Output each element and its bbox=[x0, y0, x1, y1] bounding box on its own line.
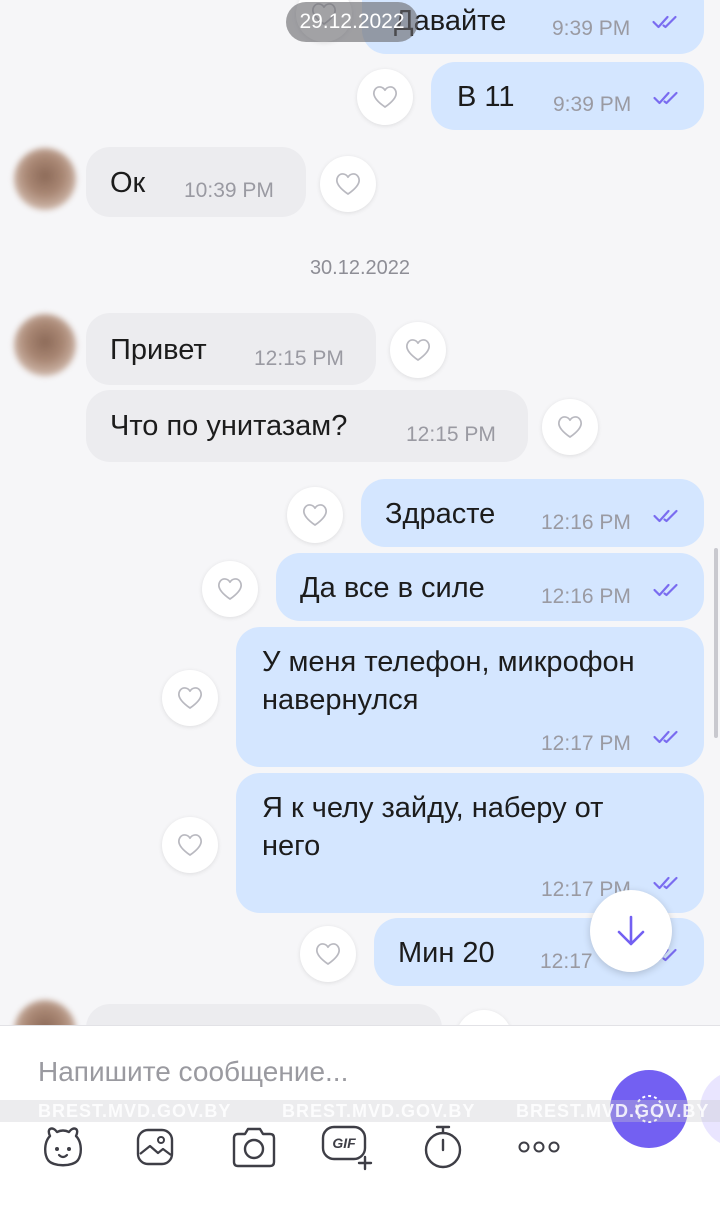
double-check-icon bbox=[653, 730, 678, 744]
reaction-button[interactable] bbox=[456, 1010, 512, 1025]
reaction-button[interactable] bbox=[320, 156, 376, 212]
reaction-button[interactable] bbox=[300, 926, 356, 982]
heart-icon bbox=[316, 943, 340, 965]
message-text: Да все в силе bbox=[300, 572, 485, 604]
heart-icon bbox=[558, 416, 582, 438]
reaction-button[interactable] bbox=[287, 487, 343, 543]
floating-date-badge: 29.12.2022 bbox=[286, 2, 418, 42]
message-bubble-incoming[interactable] bbox=[86, 1004, 442, 1025]
contact-avatar[interactable] bbox=[14, 148, 76, 210]
message-text: В 11 bbox=[457, 81, 515, 113]
message-text-line: У меня телефон, микрофон bbox=[262, 646, 635, 678]
message-text-line: Я к челу зайду, наберу от bbox=[262, 792, 604, 824]
message-text-line: него bbox=[262, 830, 321, 862]
reaction-button[interactable] bbox=[542, 399, 598, 455]
gif-label: GIF bbox=[332, 1135, 356, 1151]
double-check-icon bbox=[653, 583, 678, 597]
message-bubble-incoming[interactable]: Привет 12:15 PM bbox=[86, 313, 376, 385]
heart-icon bbox=[373, 86, 397, 108]
message-text: Здрасте bbox=[385, 498, 496, 530]
chat-area[interactable]: Давайте 9:39 PM 29.12.2022 В 11 9:39 PM … bbox=[0, 0, 720, 1025]
message-time: 12:16 PM bbox=[541, 585, 631, 608]
message-text: Мин 20 bbox=[398, 937, 495, 969]
reaction-button[interactable] bbox=[162, 817, 218, 873]
reaction-button[interactable] bbox=[202, 561, 258, 617]
message-time: 12:15 PM bbox=[254, 347, 344, 370]
message-bubble-incoming[interactable]: Что по унитазам? 12:15 PM bbox=[86, 390, 528, 462]
message-time: 9:39 PM bbox=[552, 17, 631, 40]
gif-icon: GIF bbox=[321, 1125, 373, 1171]
heart-icon bbox=[336, 173, 360, 195]
heart-icon bbox=[303, 504, 327, 526]
contact-avatar[interactable] bbox=[14, 1000, 76, 1025]
gif-button[interactable]: GIF bbox=[320, 1122, 374, 1172]
watermark-text: BREST.MVD.GOV.BY bbox=[516, 1101, 710, 1121]
heart-icon bbox=[406, 339, 430, 361]
double-check-icon bbox=[652, 15, 677, 29]
scroll-to-bottom-button[interactable] bbox=[590, 890, 672, 972]
camera-button[interactable] bbox=[227, 1122, 281, 1172]
message-bubble-outgoing[interactable]: Да все в силе 12:16 PM bbox=[276, 553, 704, 621]
more-button[interactable] bbox=[512, 1122, 566, 1172]
message-text: Привет bbox=[110, 334, 207, 366]
message-bubble-outgoing[interactable]: Здрасте 12:16 PM bbox=[361, 479, 704, 547]
watermark-text: BREST.MVD.GOV.BY bbox=[38, 1101, 232, 1121]
message-time: 12:15 PM bbox=[406, 423, 496, 446]
message-text-line: навернулся bbox=[262, 684, 419, 716]
message-time: 10:39 PM bbox=[184, 179, 274, 202]
arrow-down-icon bbox=[617, 915, 645, 946]
message-bubble-incoming[interactable]: Ок 10:39 PM bbox=[86, 147, 306, 217]
message-time: 9:39 PM bbox=[553, 93, 632, 116]
date-separator: 30.12.2022 bbox=[309, 257, 411, 279]
message-time: 12:17 bbox=[540, 950, 593, 973]
heart-icon bbox=[178, 687, 202, 709]
reaction-button[interactable] bbox=[357, 69, 413, 125]
gallery-button[interactable] bbox=[128, 1122, 182, 1172]
scrollbar[interactable] bbox=[714, 548, 718, 738]
gallery-icon bbox=[136, 1128, 174, 1166]
sticker-button[interactable] bbox=[36, 1122, 90, 1172]
watermark-text: BREST.MVD.GOV.BY bbox=[282, 1101, 476, 1121]
heart-icon bbox=[178, 834, 202, 856]
more-icon bbox=[518, 1141, 560, 1153]
message-time: 12:16 PM bbox=[541, 511, 631, 534]
message-text: Ок bbox=[110, 167, 146, 199]
message-bubble-outgoing[interactable]: В 11 9:39 PM bbox=[431, 62, 704, 130]
heart-icon bbox=[218, 578, 242, 600]
message-time: 12:17 PM bbox=[541, 732, 631, 755]
double-check-icon bbox=[653, 509, 678, 523]
message-text: Что по унитазам? bbox=[110, 410, 348, 442]
timer-icon bbox=[424, 1125, 462, 1169]
timer-button[interactable] bbox=[416, 1122, 470, 1172]
double-check-icon bbox=[653, 876, 678, 890]
contact-avatar[interactable] bbox=[14, 314, 76, 376]
reaction-button[interactable] bbox=[162, 670, 218, 726]
camera-icon bbox=[232, 1127, 276, 1168]
sticker-icon bbox=[44, 1127, 82, 1167]
reaction-button[interactable] bbox=[390, 322, 446, 378]
double-check-icon bbox=[653, 91, 678, 105]
message-input[interactable]: Напишите сообщение... bbox=[38, 1056, 348, 1088]
message-bubble-outgoing[interactable]: У меня телефон, микрофон навернулся 12:1… bbox=[236, 627, 704, 767]
